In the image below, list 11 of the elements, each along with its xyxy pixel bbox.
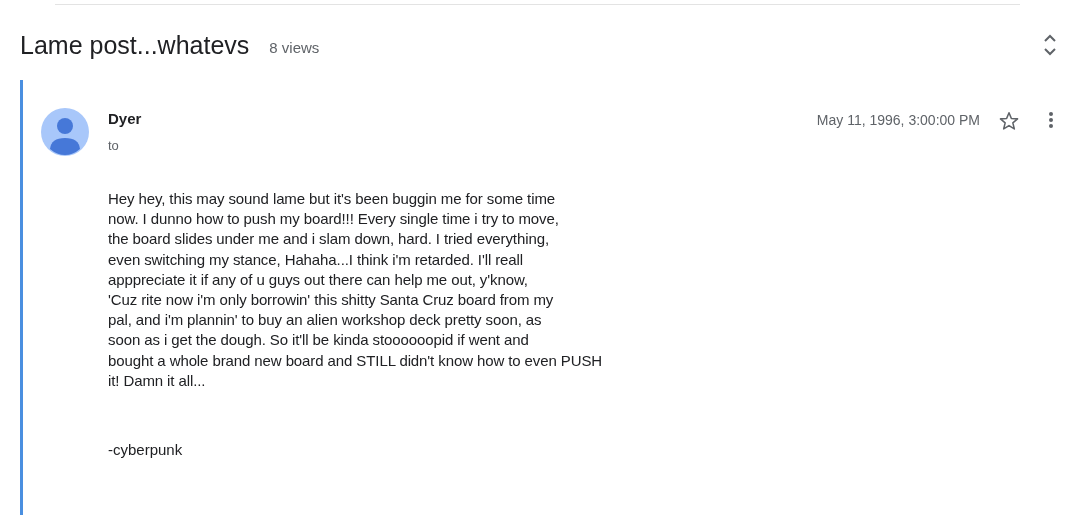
message-body: Hey hey, this may sound lame but it's been buggin me for some time now. I dunno how to push my board!!! Every single time i try to move, the board slides under me and i slam down, hard. I tried everything, even switching my stance, Hahaha...I think i'm retarded. I'll reall apppreciate it if any of u guys out there can help me out, y'know, 'Cuz rite now i'm only borrowin' this shitty Santa Cruz board from my pal, and i'm plannin' to buy an alien workshop deck pretty soon, as soon as i get the dough. So it'll be kinda stoooooopid if went and bought a whole brand new board and STILL didn't know how to even PUSH it! Damn it all... <box>108 189 604 391</box>
star-icon[interactable] <box>998 110 1020 132</box>
author-name: Dyer <box>108 110 142 128</box>
view-count: 8 views <box>269 38 320 56</box>
signature: -cyberpunk <box>108 441 184 459</box>
more-options-icon[interactable] <box>1048 111 1054 129</box>
message-date: May 11, 1996, 3:00:00 PM <box>816 112 980 128</box>
avatar-icon <box>41 108 89 156</box>
thread-title: Lame post...whatevs <box>20 30 250 60</box>
recipient-label: to <box>108 138 120 153</box>
expand-collapse-icon[interactable] <box>1042 33 1058 57</box>
